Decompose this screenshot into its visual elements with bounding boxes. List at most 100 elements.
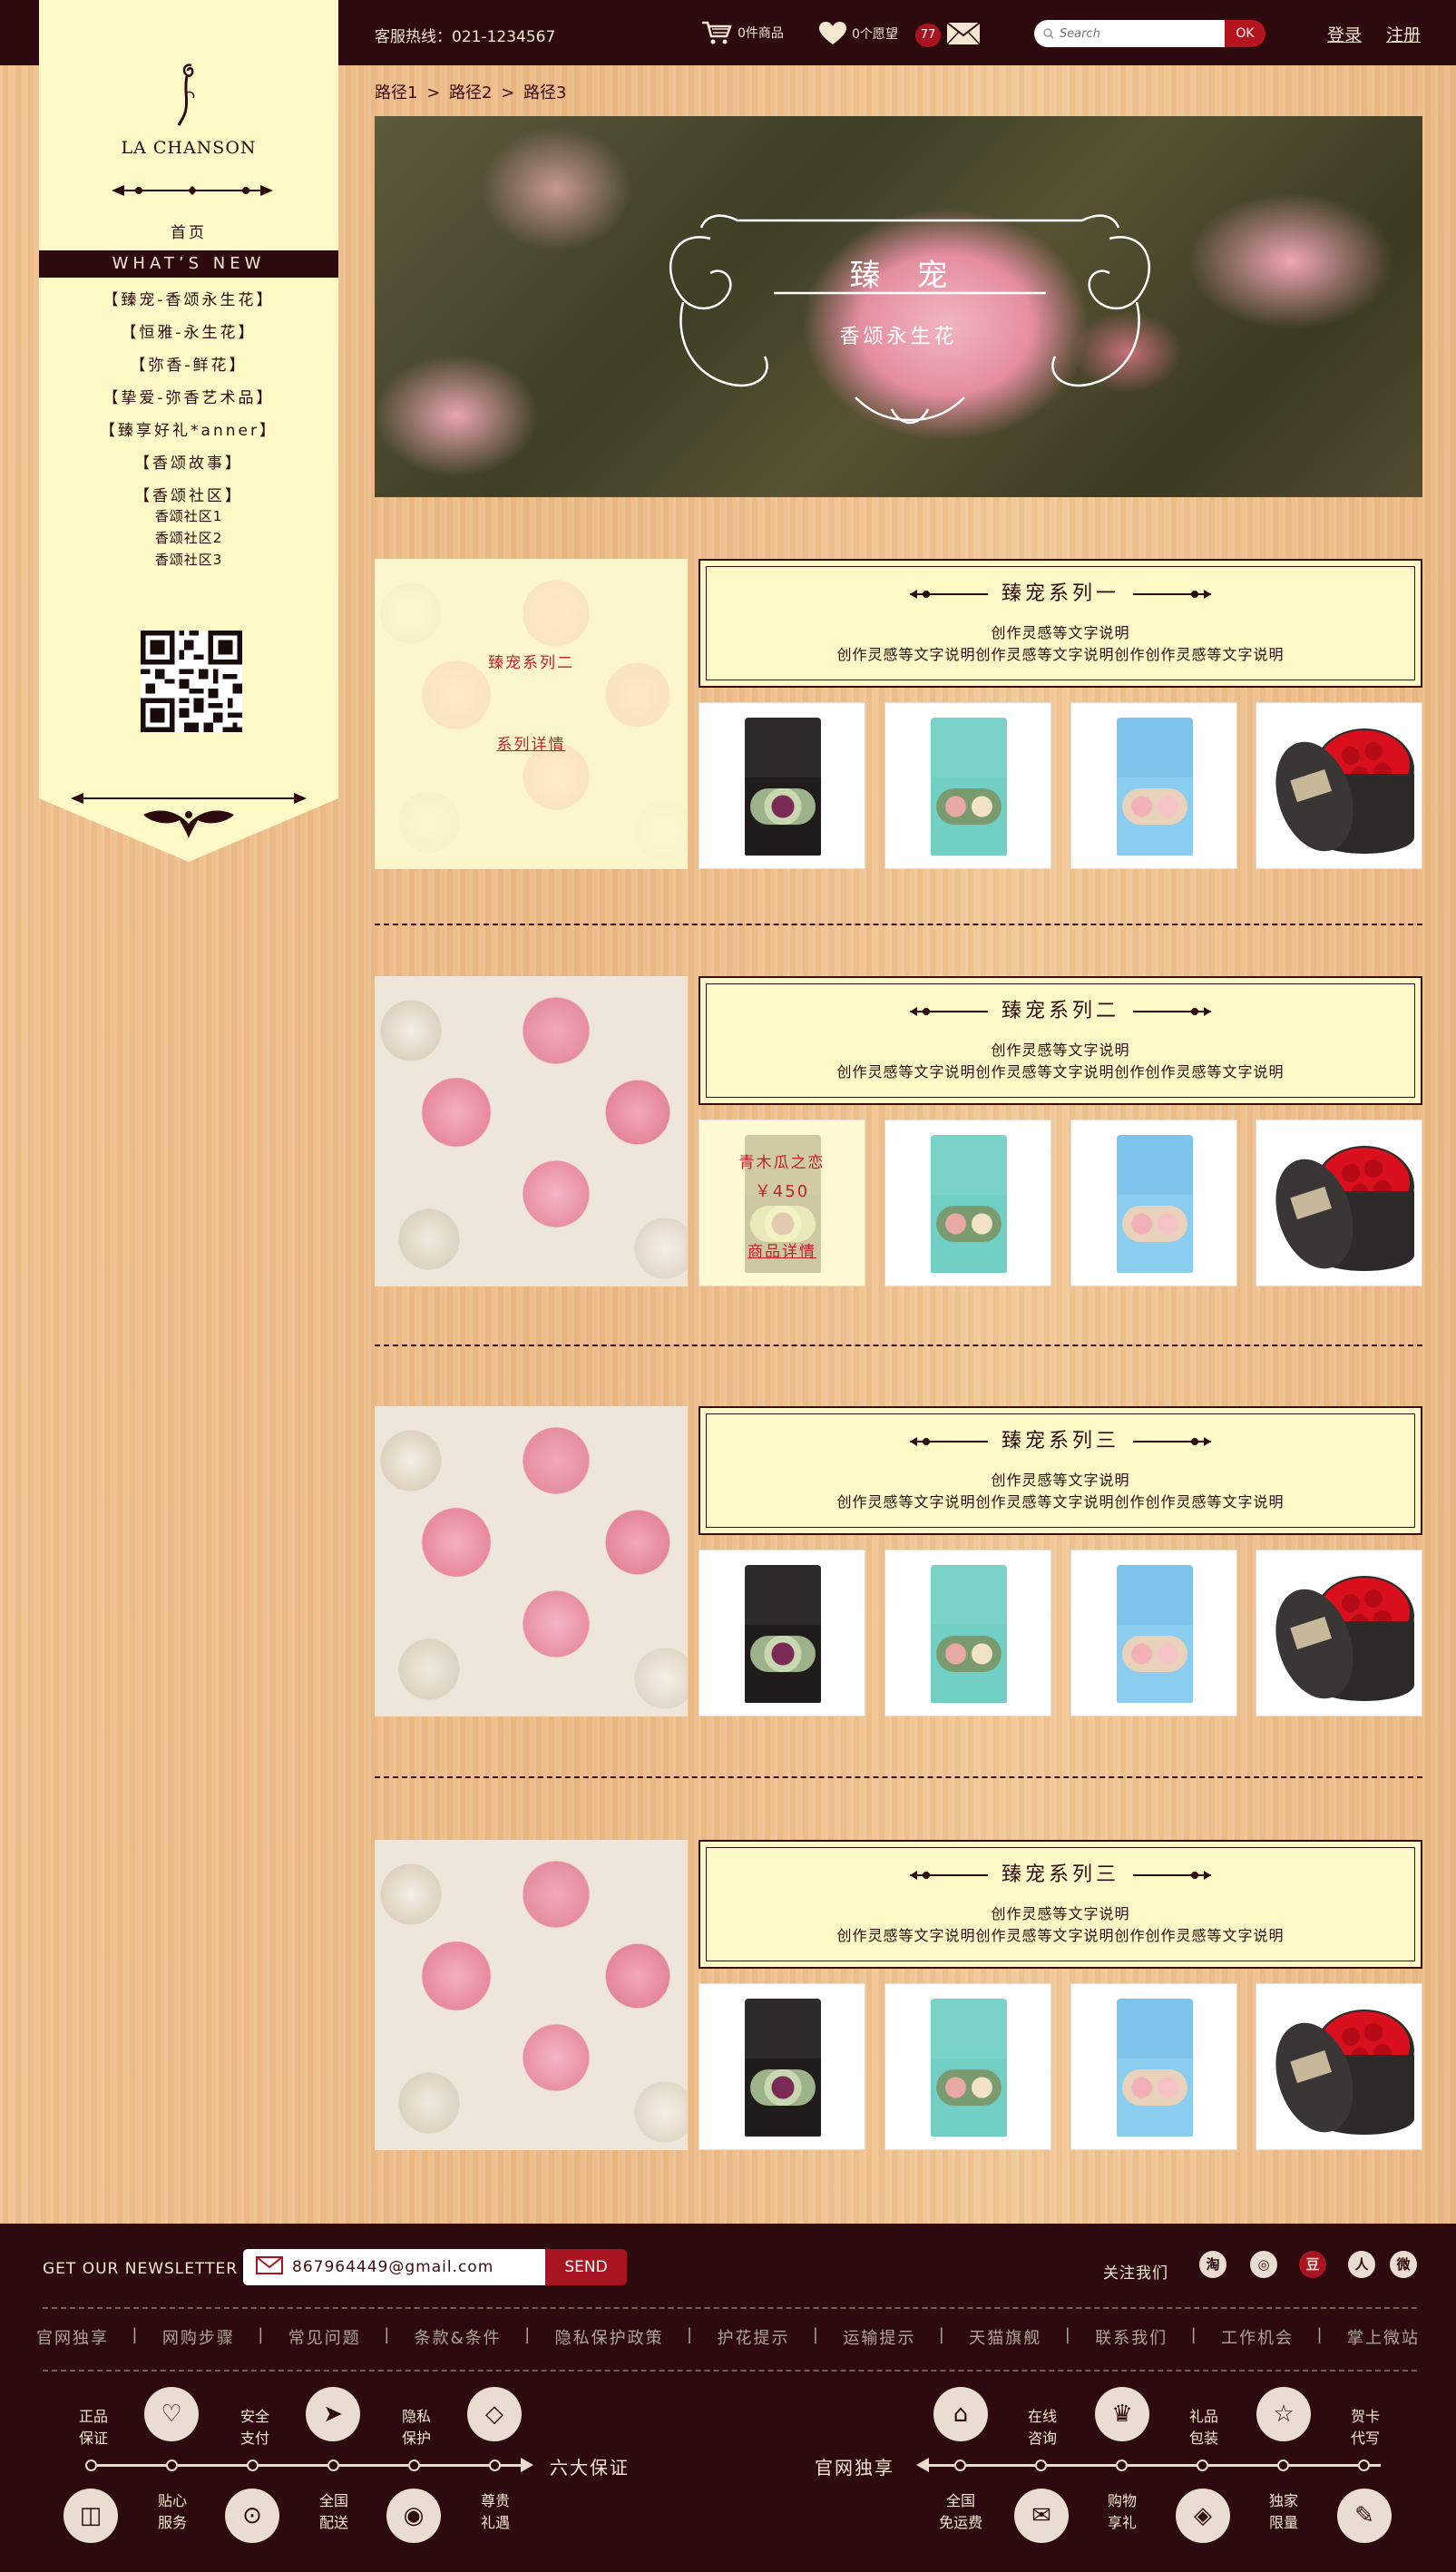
series-section-2: 臻宠系列二 创作灵感等文字说明 创作灵感等文字说明创作灵感等文字说明创作创作灵感… [375,976,1422,1289]
search-button[interactable]: OK [1225,20,1265,47]
newsletter-label: GET OUR NEWSLETTER [43,2260,239,2278]
series-description-box: 臻宠系列二 创作灵感等文字说明 创作灵感等文字说明创作灵感等文字说明创作创作灵感… [699,976,1422,1105]
product-card[interactable] [1070,1983,1237,2150]
round-rose-box-icon [1275,2010,1414,2135]
sidebar-item-zhenxiang[interactable]: 【臻享好礼*anner】 [39,417,338,440]
product-card[interactable] [1070,1550,1237,1716]
product-card[interactable] [1256,702,1422,869]
breadcrumb-item-2[interactable]: 路径2 [449,83,492,103]
product-card[interactable] [699,1550,865,1716]
product-card-hover[interactable]: 青木瓜之恋 ￥450 商品详情 [699,1120,865,1286]
footer: GET OUR NEWSLETTER SEND 关注我们 淘 ◎ 豆 人 微 官… [0,2224,1456,2572]
title-ornament-left-icon [909,590,988,599]
footer-link-terms[interactable]: 条款&条件 [415,2325,502,2349]
teal-flower-box-icon [931,1135,1007,1273]
title-ornament-left-icon [909,1007,988,1016]
paper-plane-icon: ➤ [306,2387,360,2441]
sidebar-item-home[interactable]: 首页 [39,220,338,242]
breadcrumb: 路径1 > 路径2 > 路径3 [375,80,566,103]
wechat-icon[interactable]: 微 [1390,2251,1417,2278]
newsletter-field[interactable] [243,2249,545,2285]
series-detail-link[interactable]: 系列详情 [375,731,688,754]
product-detail-link[interactable]: 商品详情 [699,1238,865,1261]
product-card[interactable] [1070,702,1237,869]
search-field[interactable] [1034,20,1225,47]
product-card[interactable] [1256,1120,1422,1286]
series-desc-line-2: 创作灵感等文字说明创作灵感等文字说明创作创作灵感等文字说明 [836,1927,1285,1944]
cart-icon [701,20,732,45]
sidebar-subitem-community-1[interactable]: 香颂社区1 [39,506,338,525]
footer-link-jobs[interactable]: 工作机会 [1221,2325,1294,2349]
login-link[interactable]: 登录 [1327,22,1362,46]
timeline-dot [166,2460,178,2471]
weibo-icon[interactable]: ◎ [1250,2251,1277,2278]
sidebar-item-zhenchong[interactable]: 【臻宠-香颂永生花】 [39,287,338,309]
footer-link-contact[interactable]: 联系我们 [1095,2325,1168,2349]
title-ornament-left-icon [909,1871,988,1880]
sidebar-item-community[interactable]: 【香颂社区】 [39,483,338,505]
hero-title: 臻宠 [849,258,984,294]
qr-code-icon [141,631,242,732]
crown-icon: ♛ [1095,2387,1149,2441]
divider-ornament-icon [112,185,273,196]
brand-logo[interactable]: LA CHANSON [39,62,338,158]
product-card[interactable] [699,702,865,869]
product-card[interactable] [1256,1983,1422,2150]
title-ornament-right-icon [1133,1437,1211,1446]
timeline-dot [247,2460,259,2471]
blue-flower-box-icon [1117,1999,1193,2137]
product-card[interactable] [884,1983,1051,2150]
product-card[interactable] [884,1550,1051,1716]
sidebar-item-hengya[interactable]: 【恒雅-永生花】 [39,319,338,342]
bottom-ornament-icon [71,793,307,838]
follow-us-label: 关注我们 [1103,2264,1168,2283]
guarantee-secure-payment: 安全 支付 [239,2408,269,2447]
douban-icon[interactable]: 豆 [1299,2251,1326,2278]
product-card[interactable] [699,1983,865,2150]
renren-icon[interactable]: 人 [1348,2251,1375,2278]
newsletter-send-button[interactable]: SEND [545,2249,627,2285]
six-guarantees-title: 六大保证 [550,2457,630,2479]
message-count-badge[interactable]: 77 [915,24,941,47]
timeline-dot [1197,2460,1208,2471]
footer-link-care[interactable]: 护花提示 [718,2325,790,2349]
footer-link-tmall[interactable]: 天猫旗舰 [969,2325,1041,2349]
breadcrumb-item-1[interactable]: 路径1 [375,83,417,103]
series-image[interactable] [375,1840,688,2150]
series-image[interactable]: 臻宠系列二 系列详情 [375,559,688,869]
product-card[interactable] [1070,1120,1237,1286]
footer-link-mobile[interactable]: 掌上微站 [1347,2325,1420,2349]
wishlist-link[interactable]: 0个愿望 [819,22,898,45]
sidebar-item-mixiang[interactable]: 【弥香-鲜花】 [39,352,338,375]
hero-banner[interactable]: 臻宠 香颂永生花 [375,116,1422,497]
cart-link[interactable]: 0件商品 [701,20,784,45]
footer-link-privacy[interactable]: 隐私保护政策 [555,2325,664,2349]
series-title: 臻宠系列一 [700,577,1421,606]
search-input[interactable] [1060,26,1214,41]
series-title: 臻宠系列三 [700,1858,1421,1887]
sidebar-subitem-community-3[interactable]: 香颂社区3 [39,550,338,569]
breadcrumb-item-3[interactable]: 路径3 [523,83,566,103]
sidebar-item-zhiai[interactable]: 【挚爱-弥香艺术品】 [39,385,338,407]
series-image[interactable] [375,976,688,1286]
taobao-icon[interactable]: 淘 [1199,2251,1226,2278]
mail-icon[interactable] [946,22,981,45]
footer-link-faq[interactable]: 常见问题 [288,2325,361,2349]
timeline-line [927,2464,1381,2467]
series-description-box: 臻宠系列一 创作灵感等文字说明 创作灵感等文字说明创作灵感等文字说明创作创作灵感… [699,559,1422,688]
series-image[interactable] [375,1406,688,1716]
footer-link-steps[interactable]: 网购步骤 [162,2325,235,2349]
register-link[interactable]: 注册 [1386,22,1421,46]
product-card[interactable] [884,702,1051,869]
exclusive-title: 官网独享 [815,2457,894,2479]
sidebar-item-whats-new[interactable]: WHAT’S NEW [39,250,338,278]
newsletter-email-input[interactable] [292,2258,537,2276]
footer-link-exclusive[interactable]: 官网独享 [36,2325,109,2349]
sidebar-item-story[interactable]: 【香颂故事】 [39,450,338,473]
product-card[interactable] [1256,1550,1422,1716]
product-card[interactable] [884,1120,1051,1286]
teal-flower-box-icon [931,1565,1007,1703]
footer-link-shipping[interactable]: 运输提示 [843,2325,915,2349]
timeline-dot [408,2460,420,2471]
sidebar-subitem-community-2[interactable]: 香颂社区2 [39,528,338,547]
